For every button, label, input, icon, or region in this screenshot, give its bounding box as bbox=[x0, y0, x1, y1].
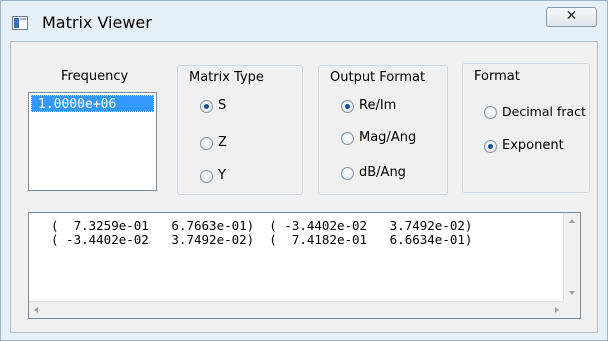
radio-unselected-icon bbox=[341, 167, 354, 180]
radio-label: Y bbox=[218, 168, 226, 183]
scrollbar-corner bbox=[563, 301, 580, 318]
scroll-right-arrow-icon[interactable] bbox=[555, 307, 559, 313]
close-button[interactable]: ✕ bbox=[546, 7, 597, 27]
matrix-output-textarea[interactable]: ( 7.3259e-01 6.7663e-01) ( -3.4402e-02 3… bbox=[28, 212, 581, 319]
output-line: ( -3.4402e-02 3.7492e-02) ( 7.4182e-01 6… bbox=[51, 232, 473, 247]
frequency-listbox[interactable]: 1.0000e+06 bbox=[28, 92, 157, 191]
radio-unselected-icon bbox=[484, 106, 497, 119]
horizontal-scrollbar[interactable] bbox=[29, 301, 564, 318]
title-bar[interactable]: Matrix Viewer ✕ bbox=[1, 1, 607, 41]
scroll-left-arrow-icon[interactable] bbox=[34, 307, 38, 313]
format-group: Format Decimal fract Exponent bbox=[462, 63, 590, 193]
radio-label: dB/Ang bbox=[359, 165, 406, 180]
radio-unselected-icon bbox=[341, 132, 354, 145]
radio-label: S bbox=[218, 98, 227, 113]
output-format-group: Output Format Re/Im Mag/Ang dB/Ang bbox=[318, 65, 448, 195]
radio-unselected-icon bbox=[200, 137, 213, 150]
frequency-label: Frequency bbox=[61, 69, 129, 84]
radio-unselected-icon bbox=[200, 170, 213, 183]
app-window-icon bbox=[12, 16, 28, 30]
radio-label: Decimal fract bbox=[502, 104, 586, 119]
frequency-list-item[interactable]: 1.0000e+06 bbox=[31, 95, 154, 112]
output-line: ( 7.3259e-01 6.7663e-01) ( -3.4402e-02 3… bbox=[51, 218, 473, 233]
window-title: Matrix Viewer bbox=[42, 13, 152, 32]
scroll-up-arrow-icon[interactable] bbox=[569, 219, 575, 223]
matrix-viewer-window: Matrix Viewer ✕ Frequency 1.0000e+06 Mat… bbox=[0, 0, 608, 341]
radio-label: Re/Im bbox=[359, 98, 397, 113]
radio-label: Z bbox=[218, 135, 227, 150]
radio-selected-icon bbox=[200, 100, 213, 113]
client-area: Frequency 1.0000e+06 Matrix Type S Z Y O… bbox=[10, 41, 598, 333]
output-format-label: Output Format bbox=[330, 70, 426, 85]
radio-selected-icon bbox=[484, 140, 497, 153]
vertical-scrollbar[interactable] bbox=[563, 213, 580, 301]
radio-label: Exponent bbox=[502, 138, 564, 153]
radio-label: Mag/Ang bbox=[359, 130, 417, 145]
matrix-type-group: Matrix Type S Z Y bbox=[177, 65, 303, 195]
format-label: Format bbox=[474, 69, 520, 84]
radio-selected-icon bbox=[341, 100, 354, 113]
scroll-down-arrow-icon[interactable] bbox=[569, 291, 575, 295]
matrix-type-label: Matrix Type bbox=[189, 70, 264, 85]
